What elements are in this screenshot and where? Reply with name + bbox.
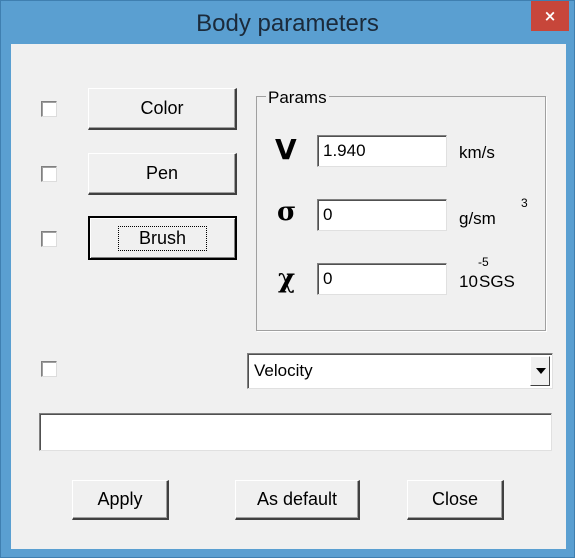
density-symbol: σ	[277, 197, 297, 227]
body-name-input[interactable]	[39, 413, 552, 451]
susceptibility-unit-base: 10	[459, 272, 478, 291]
susceptibility-unit-tail: SGS	[479, 272, 515, 291]
dialog-body: Color Pen Brush Params V 1.940 km/s σ 0 …	[11, 44, 566, 549]
title-bar[interactable]: Body parameters ×	[1, 1, 574, 43]
susceptibility-unit-exponent: -5	[478, 255, 489, 269]
dialog-window: Body parameters × Color Pen Brush Params…	[0, 0, 575, 558]
pen-checkbox[interactable]	[41, 166, 57, 182]
color-button[interactable]: Color	[88, 88, 237, 130]
close-window-button[interactable]: ×	[531, 1, 569, 31]
velocity-input[interactable]: 1.940	[317, 135, 447, 167]
brush-checkbox[interactable]	[41, 231, 57, 247]
density-unit: g/sm	[459, 209, 496, 228]
density-input[interactable]: 0	[317, 199, 447, 231]
apply-button-label: Apply	[97, 489, 143, 509]
pen-button-label: Pen	[145, 163, 179, 183]
apply-button[interactable]: Apply	[72, 480, 169, 520]
pen-button[interactable]: Pen	[88, 153, 237, 195]
property-dropdown-value: Velocity	[254, 361, 313, 380]
close-button-label: Close	[431, 489, 479, 509]
color-checkbox[interactable]	[41, 101, 57, 117]
brush-button-label: Brush	[117, 225, 208, 251]
brush-button[interactable]: Brush	[88, 216, 237, 260]
params-group-label: Params	[266, 88, 329, 107]
as-default-button[interactable]: As default	[235, 480, 360, 520]
velocity-unit: km/s	[459, 143, 495, 162]
window-title: Body parameters	[196, 10, 379, 37]
velocity-symbol: V	[275, 133, 297, 166]
chevron-down-icon[interactable]	[530, 356, 550, 386]
property-dropdown[interactable]: Velocity	[247, 353, 553, 389]
susceptibility-input[interactable]: 0	[317, 263, 447, 295]
as-default-button-label: As default	[256, 489, 338, 509]
susceptibility-symbol: χ	[278, 264, 296, 294]
color-button-label: Color	[140, 98, 184, 118]
property-checkbox[interactable]	[41, 361, 57, 377]
density-unit-exponent: 3	[521, 196, 528, 210]
close-button[interactable]: Close	[407, 480, 504, 520]
